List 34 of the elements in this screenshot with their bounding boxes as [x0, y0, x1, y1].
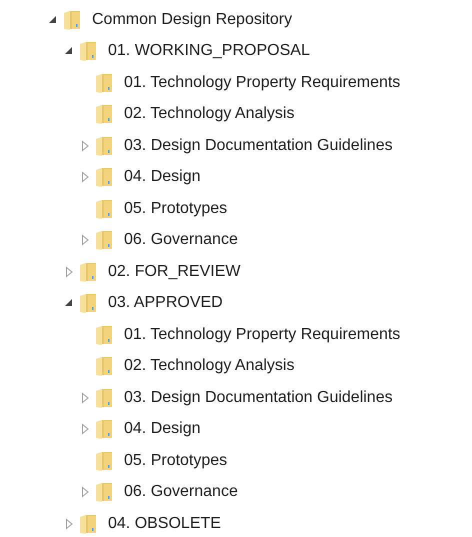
folder-name[interactable]: 03. Design Documentation Guidelines	[124, 388, 393, 407]
folder-name[interactable]: 02. Technology Analysis	[124, 105, 294, 124]
folder-name[interactable]: 02. FOR_REVIEW	[108, 262, 240, 281]
folder-name[interactable]: 05. Prototypes	[124, 452, 228, 470]
folder-icon	[94, 229, 114, 252]
folder-icon	[94, 418, 114, 440]
folder-icon	[94, 386, 114, 409]
folder-name[interactable]: Common Design Repository	[92, 10, 292, 29]
folder-icon	[94, 103, 114, 126]
folder-icon	[78, 292, 98, 314]
folder-icon	[78, 40, 98, 62]
folder-icon	[94, 198, 114, 220]
folder-icon	[94, 134, 114, 157]
folder-icon	[94, 166, 114, 188]
folder-name[interactable]: 03. Design Documentation Guidelines	[124, 136, 393, 155]
folder-icon	[94, 72, 114, 94]
folder-name[interactable]: 04. Design	[124, 168, 200, 186]
folder-name[interactable]: 04. OBSOLETE	[108, 514, 221, 533]
folder-name[interactable]: 04. Design	[124, 420, 200, 438]
folder-icon	[94, 481, 114, 504]
folder-icon	[62, 8, 82, 31]
folder-name[interactable]: 05. Prototypes	[124, 200, 228, 218]
folder-name[interactable]: 01. Technology Property Requirements	[124, 326, 400, 344]
folder-icon	[78, 260, 98, 283]
folder-icon	[94, 355, 114, 378]
folder-name[interactable]: 06. Governance	[124, 231, 238, 250]
folder-name[interactable]: 03. APPROVED	[108, 294, 223, 312]
folder-icon	[94, 324, 114, 346]
folder-name[interactable]: 02. Technology Analysis	[124, 357, 294, 376]
folder-name[interactable]: 01. Technology Property Requirements	[124, 74, 400, 92]
folder-name[interactable]: 06. Governance	[124, 483, 238, 502]
folder-icon	[78, 512, 98, 535]
folder-name[interactable]: 01. WORKING_PROPOSAL	[108, 42, 310, 60]
folder-icon	[94, 450, 114, 472]
